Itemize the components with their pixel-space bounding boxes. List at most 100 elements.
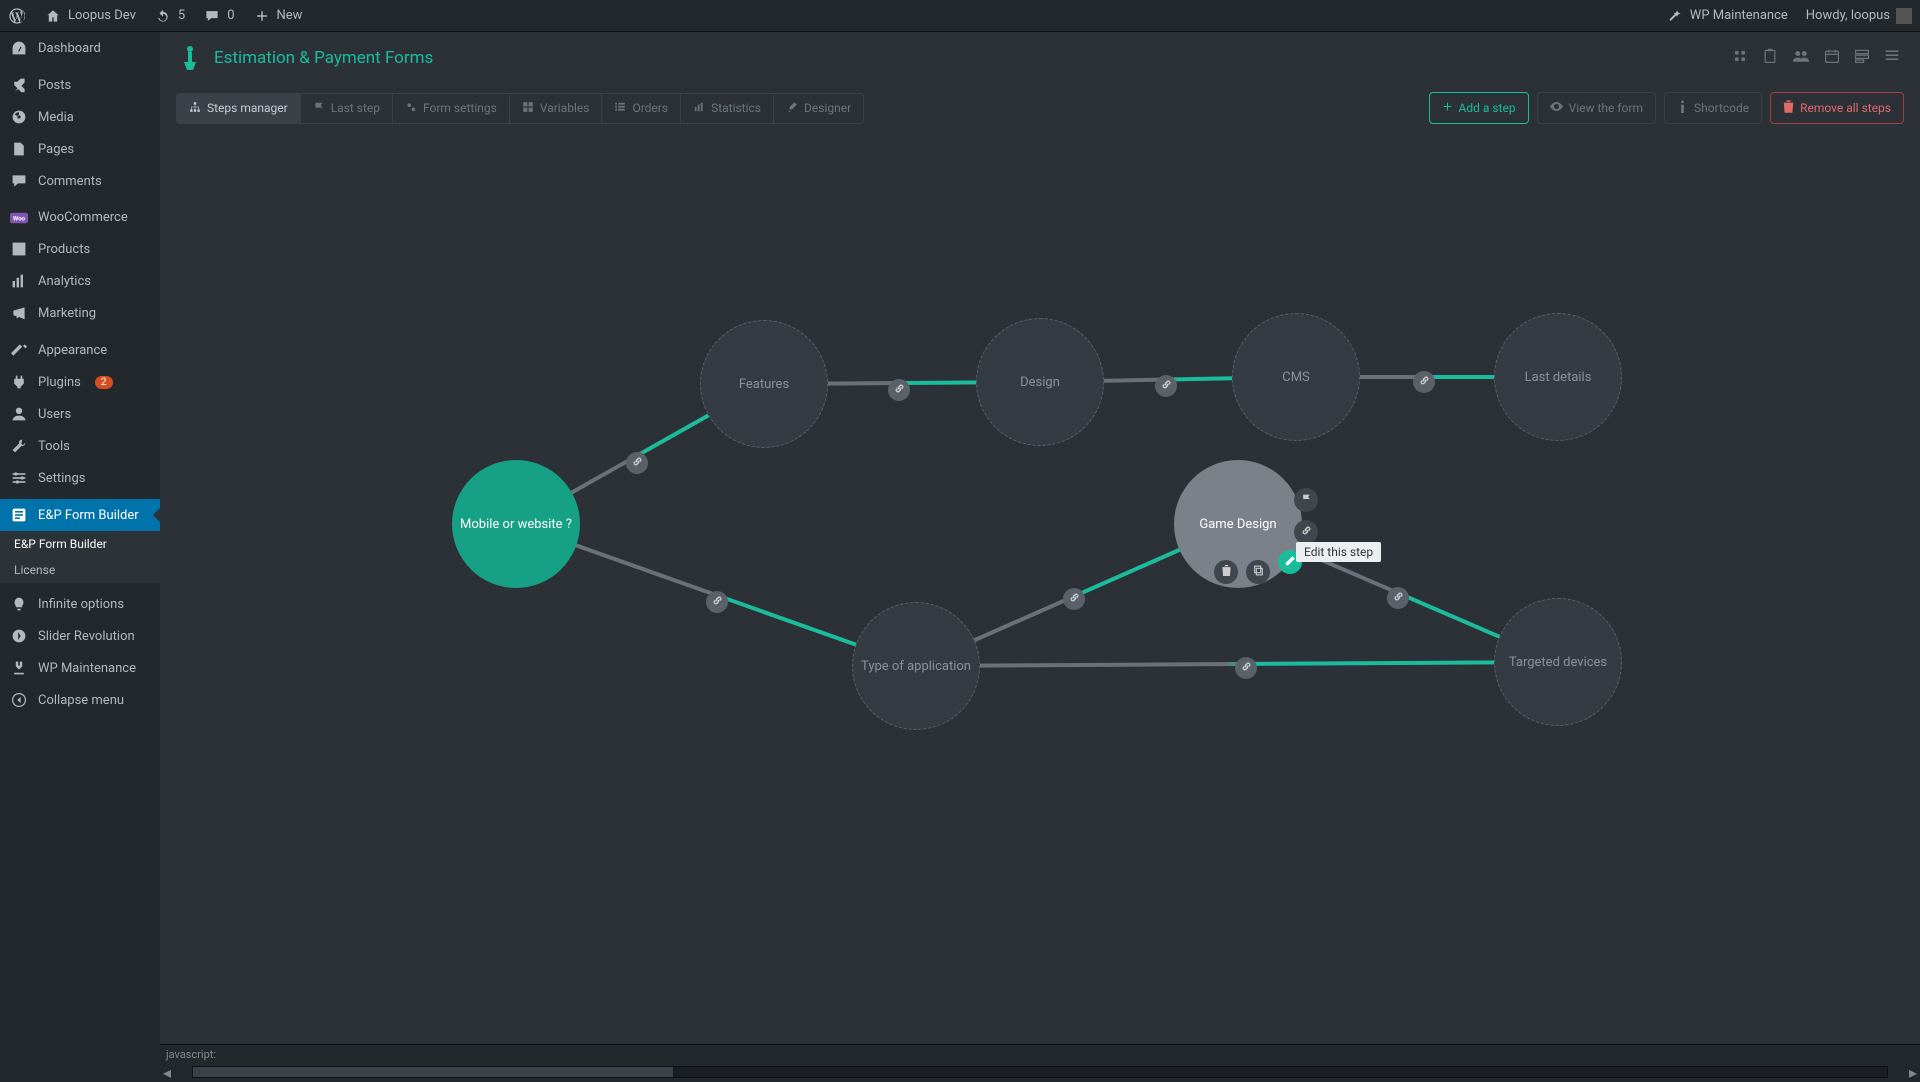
wp-maintenance-link[interactable]: WP Maintenance <box>1666 8 1788 23</box>
link-handle[interactable] <box>1413 371 1435 393</box>
sidebar-item-plugins[interactable]: Plugins2 <box>0 366 160 398</box>
site-name-label: Loopus Dev <box>68 8 136 23</box>
tab-list[interactable]: Orders <box>602 94 681 123</box>
badge: 2 <box>95 376 113 389</box>
wp-admin-sidebar: Dashboard PostsMediaPagesComments WooWooCo… <box>0 32 160 1080</box>
sidebar-item-page[interactable]: Pages <box>0 133 160 165</box>
statusbar-text: javascript: <box>166 1048 216 1061</box>
header-settings-icon[interactable] <box>1732 48 1748 68</box>
tab-flag[interactable]: Last step <box>301 94 393 123</box>
step-node-label: Targeted devices <box>1509 655 1607 670</box>
list-icon <box>614 101 626 116</box>
step-node-design[interactable]: Design <box>976 318 1104 446</box>
sidebar-item-label: Products <box>38 242 90 257</box>
sidebar-item-settings[interactable]: Settings <box>0 462 160 494</box>
brush-icon <box>786 101 798 116</box>
sidebar-item-bulb[interactable]: Infinite options <box>0 588 160 620</box>
plus-icon <box>1442 101 1453 115</box>
header-list-icon[interactable] <box>1884 48 1900 68</box>
header-calendar-icon[interactable] <box>1824 48 1840 68</box>
sidebar-item-marketing[interactable]: Marketing <box>0 297 160 329</box>
link-handle[interactable] <box>1155 375 1177 397</box>
node-action-flag[interactable] <box>1294 488 1318 512</box>
add-step-button[interactable]: Add a step <box>1429 92 1529 124</box>
link-icon <box>1419 375 1430 389</box>
node-action-link[interactable] <box>1294 520 1318 544</box>
sidebar-item-dashboard[interactable]: Dashboard <box>0 32 160 64</box>
node-action-trash[interactable] <box>1214 560 1238 584</box>
wordpress-icon <box>8 8 26 24</box>
hscroll-left-arrow[interactable]: ◂ <box>160 1063 174 1082</box>
sidebar-item-appearance[interactable]: Appearance <box>0 334 160 366</box>
tab-label: Statistics <box>711 101 761 115</box>
appearance-icon <box>10 342 28 358</box>
comments-bubble[interactable]: 0 <box>203 8 234 23</box>
sidebar-item-media[interactable]: Media <box>0 101 160 133</box>
step-node-targeted[interactable]: Targeted devices <box>1494 598 1622 726</box>
step-node-label: CMS <box>1282 370 1310 385</box>
sidebar-item-tools[interactable]: Tools <box>0 430 160 462</box>
link-handle[interactable] <box>1063 588 1085 610</box>
tab-cogs[interactable]: Form settings <box>393 94 510 123</box>
horizontal-scrollbar[interactable] <box>192 1066 1888 1078</box>
step-node-typeapp[interactable]: Type of application <box>852 602 980 730</box>
sidebar-item-label: Users <box>38 407 71 422</box>
slider-icon <box>10 628 28 644</box>
comment-count: 0 <box>227 8 234 23</box>
sidebar-item-slider[interactable]: Slider Revolution <box>0 620 160 652</box>
sidebar-item-label: Dashboard <box>38 41 101 56</box>
header-fields-icon[interactable] <box>1854 48 1870 68</box>
wp-logo[interactable] <box>8 8 26 24</box>
tab-brush[interactable]: Designer <box>774 94 863 123</box>
link-icon <box>1301 525 1312 539</box>
step-node-last[interactable]: Last details <box>1494 313 1622 441</box>
sidebar-item-label: Appearance <box>38 343 107 358</box>
link-icon <box>1241 661 1252 675</box>
link-icon <box>1161 379 1172 393</box>
sidebar-item-epform[interactable]: E&P Form Builder <box>0 499 160 531</box>
link-handle[interactable] <box>1235 657 1257 679</box>
sidebar-item-users[interactable]: Users <box>0 398 160 430</box>
tab-sitemap[interactable]: Steps manager <box>177 94 301 123</box>
shortcode-button[interactable]: Shortcode <box>1664 92 1762 124</box>
sidebar-item-maint[interactable]: WP Maintenance <box>0 652 160 684</box>
tab-label: Steps manager <box>207 101 288 115</box>
eye-icon <box>1550 101 1563 115</box>
link-handle[interactable] <box>626 452 648 474</box>
hscroll-thumb[interactable] <box>193 1067 673 1077</box>
updates[interactable]: 5 <box>154 8 185 23</box>
header-clipboard-icon[interactable] <box>1762 48 1778 68</box>
step-node-mobile[interactable]: Mobile or website ? <box>452 460 580 588</box>
steps-canvas[interactable]: Mobile or website ? Features Design CMS Last… <box>176 136 1904 1044</box>
sidebar-item-products[interactable]: Products <box>0 233 160 265</box>
remove-all-button[interactable]: Remove all steps <box>1770 92 1904 124</box>
tab-chart[interactable]: Statistics <box>681 94 774 123</box>
header-users-icon[interactable] <box>1792 48 1810 68</box>
link-handle[interactable] <box>888 379 910 401</box>
sidebar-item-analytics[interactable]: Analytics <box>0 265 160 297</box>
howdy[interactable]: Howdy, loopus <box>1806 8 1912 24</box>
cogs-icon <box>405 101 417 116</box>
sidebar-subitem[interactable]: E&P Form Builder <box>0 531 160 557</box>
sidebar-item-label: E&P Form Builder <box>38 508 139 523</box>
new-content[interactable]: New <box>253 8 303 23</box>
sidebar-item-pin[interactable]: Posts <box>0 69 160 101</box>
pencil-icon <box>1284 555 1296 570</box>
bulb-icon <box>10 596 28 612</box>
howdy-label: Howdy, loopus <box>1806 8 1890 23</box>
step-node-features[interactable]: Features <box>700 320 828 448</box>
comment-icon <box>203 9 221 23</box>
sidebar-item-comment[interactable]: Comments <box>0 165 160 197</box>
link-handle[interactable] <box>706 591 728 613</box>
sidebar-subitem[interactable]: License <box>0 557 160 583</box>
sidebar-item-woo[interactable]: WooWooCommerce <box>0 202 160 233</box>
view-form-button[interactable]: View the form <box>1537 92 1656 124</box>
tab-th[interactable]: Variables <box>510 94 603 123</box>
node-action-copy[interactable] <box>1246 560 1270 584</box>
site-name[interactable]: Loopus Dev <box>44 8 136 23</box>
step-node-cms[interactable]: CMS <box>1232 313 1360 441</box>
hscroll-right-arrow[interactable]: ▸ <box>1906 1063 1920 1082</box>
link-handle[interactable] <box>1387 587 1409 609</box>
new-label: New <box>277 8 303 23</box>
sidebar-item-collapse[interactable]: Collapse menu <box>0 684 160 716</box>
